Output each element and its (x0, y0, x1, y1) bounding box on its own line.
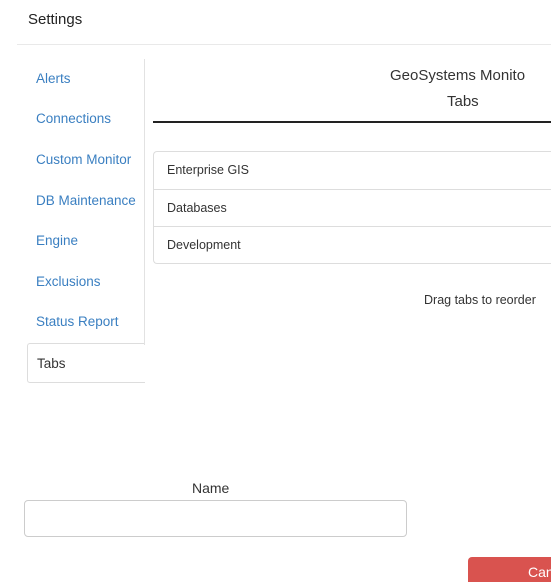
tab-list-item-databases[interactable]: Databases (154, 189, 551, 226)
sidebar-item-engine[interactable]: Engine (27, 221, 144, 261)
sidebar-border (144, 59, 145, 345)
sidebar-item-connections[interactable]: Connections (27, 99, 144, 139)
tab-list-item-enterprise-gis[interactable]: Enterprise GIS (154, 152, 551, 189)
cancel-button[interactable]: Can (468, 557, 551, 582)
sidebar-item-alerts[interactable]: Alerts (27, 59, 144, 99)
settings-dialog: Settings Alerts Connections Custom Monit… (0, 0, 551, 582)
sidebar-item-custom-monitor[interactable]: Custom Monitor (27, 140, 144, 180)
panel-title: GeoSystems Monito (390, 67, 526, 84)
tab-list-item-development[interactable]: Development (154, 226, 551, 263)
panel-subtitle: Tabs (447, 93, 479, 110)
name-label: Name (192, 480, 230, 496)
header-divider (17, 44, 551, 45)
settings-sidebar: Alerts Connections Custom Monitor DB Mai… (27, 59, 145, 383)
drag-hint-text: Drag tabs to reorder (424, 293, 536, 307)
page-title: Settings (28, 11, 83, 28)
tab-order-list: Enterprise GIS Databases Development (153, 151, 551, 264)
title-divider (153, 121, 551, 123)
sidebar-item-db-maintenance[interactable]: DB Maintenance (27, 181, 144, 221)
sidebar-item-status-report[interactable]: Status Report (27, 302, 144, 342)
sidebar-item-exclusions[interactable]: Exclusions (27, 262, 144, 302)
sidebar-item-tabs[interactable]: Tabs (27, 343, 145, 383)
name-input[interactable] (24, 500, 407, 537)
